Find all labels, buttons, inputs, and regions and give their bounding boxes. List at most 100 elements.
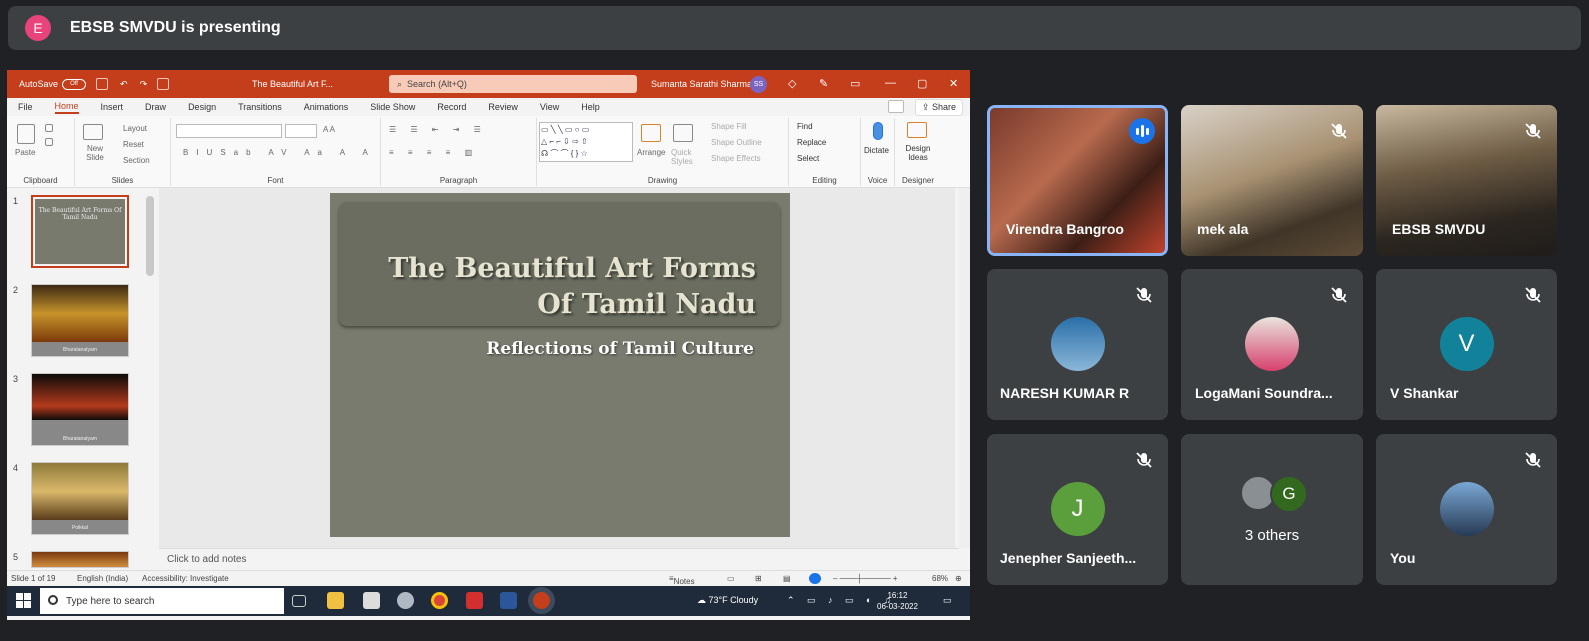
taskbar-search[interactable]: Type here to search: [40, 588, 284, 614]
shapes-gallery[interactable]: ▭ ╲ ╲ ▭ ○ ▭ △ ⌐ ⌐ ⇩ ⇨ ⇧ ☊ ⌒ ⌒ { } ☆: [539, 122, 633, 162]
quick-styles-icon[interactable]: [673, 124, 693, 142]
slide-sorter-icon[interactable]: ⊞: [755, 574, 762, 583]
shape-outline-button[interactable]: Shape Outline: [711, 138, 762, 147]
participant-tile[interactable]: NARESH KUMAR R: [987, 269, 1168, 420]
minimize-icon[interactable]: —: [885, 77, 896, 89]
tab-help[interactable]: Help: [581, 102, 600, 112]
maximize-icon[interactable]: ▢: [917, 77, 927, 90]
paste-label[interactable]: Paste: [15, 148, 35, 157]
participant-tile[interactable]: G 3 others: [1181, 434, 1363, 585]
tab-view[interactable]: View: [540, 102, 559, 112]
slide-subtitle[interactable]: Reflections of Tamil Culture: [486, 339, 754, 359]
tab-record[interactable]: Record: [437, 102, 466, 112]
align-icons[interactable]: ≡ ≡ ≡ ≡ ▥: [389, 148, 478, 157]
ribbon-display-icon[interactable]: ▭: [850, 77, 860, 90]
task-view-icon[interactable]: [292, 595, 306, 607]
design-ideas-label[interactable]: Design Ideas: [903, 144, 933, 162]
canvas-scrollbar[interactable]: [959, 188, 970, 548]
reading-view-icon[interactable]: ▤: [783, 574, 791, 583]
zoom-slider[interactable]: – ───┼───── +: [833, 574, 898, 583]
diamond-icon[interactable]: ◇: [788, 77, 796, 90]
app-icon[interactable]: [397, 592, 414, 609]
close-icon[interactable]: ✕: [949, 77, 958, 90]
list-icons[interactable]: ☰ ☰ ⇤ ⇥ ☰: [389, 125, 487, 134]
user-avatar[interactable]: SS: [750, 76, 767, 93]
participant-tile[interactable]: J Jenepher Sanjeeth...: [987, 434, 1168, 585]
tab-draw[interactable]: Draw: [145, 102, 166, 112]
comment-icon[interactable]: [888, 100, 904, 113]
redo-icon[interactable]: ↷: [140, 79, 148, 90]
paste-icon[interactable]: [17, 124, 35, 144]
shape-fill-button[interactable]: Shape Fill: [711, 122, 747, 131]
language[interactable]: English (India): [77, 574, 128, 583]
windows-start-icon[interactable]: [16, 593, 31, 608]
accessibility-status[interactable]: Accessibility: Investigate: [142, 574, 229, 583]
word-icon[interactable]: [500, 592, 517, 609]
design-ideas-icon[interactable]: [907, 122, 927, 138]
thumbnail-scrollbar[interactable]: [146, 196, 154, 276]
font-family-select[interactable]: [176, 124, 282, 138]
font-format-icons[interactable]: BIUSab AV Aa A A: [183, 148, 376, 157]
file-explorer-icon[interactable]: [327, 592, 344, 609]
select-button[interactable]: Select: [797, 154, 819, 163]
shape-effects-button[interactable]: Shape Effects: [711, 154, 761, 163]
tab-home[interactable]: Home: [54, 101, 79, 114]
undo-icon[interactable]: ↶: [120, 79, 128, 90]
slide-thumbnail-2[interactable]: Bharatanatyam: [31, 284, 129, 357]
share-button[interactable]: ⇪ Share: [914, 99, 963, 116]
others-count[interactable]: 3 others: [1181, 527, 1363, 544]
powerpoint-icon[interactable]: [533, 592, 550, 609]
notes-button[interactable]: ≡ Notes: [669, 574, 695, 586]
tab-review[interactable]: Review: [488, 102, 518, 112]
fit-slide-icon[interactable]: ⊕: [955, 574, 962, 583]
slideshow-icon[interactable]: [809, 573, 821, 584]
copy-icon[interactable]: [45, 138, 53, 146]
layout-button[interactable]: Layout: [123, 124, 147, 133]
find-button[interactable]: Find: [797, 122, 813, 131]
replace-button[interactable]: Replace: [797, 138, 826, 147]
font-size-select[interactable]: [285, 124, 317, 138]
reset-button[interactable]: Reset: [123, 140, 144, 149]
participant-tile[interactable]: V V Shankar: [1376, 269, 1557, 420]
section-button[interactable]: Section: [123, 156, 150, 165]
taskbar-clock[interactable]: 16:12 06-03-2022: [877, 590, 918, 612]
dictate-label[interactable]: Dictate: [864, 146, 889, 155]
tab-design[interactable]: Design: [188, 102, 216, 112]
notepad-icon[interactable]: [363, 592, 380, 609]
cut-icon[interactable]: [45, 124, 53, 132]
slide-thumbnail-1[interactable]: The Beautiful Art Forms Of Tamil Nadu: [31, 195, 129, 268]
grow-font-icon[interactable]: A A: [323, 125, 335, 134]
search-box[interactable]: ⌕ Search (Alt+Q): [389, 75, 637, 93]
tab-insert[interactable]: Insert: [101, 102, 124, 112]
notifications-icon[interactable]: ▭: [943, 595, 952, 606]
new-slide-icon[interactable]: [83, 124, 103, 140]
slide-thumbnail-3[interactable]: Bharatanatyam: [31, 373, 129, 446]
tab-transitions[interactable]: Transitions: [238, 102, 282, 112]
slide-thumbnail-4[interactable]: Poikkal: [31, 462, 129, 535]
arrange-icon[interactable]: [641, 124, 661, 142]
participant-tile-self[interactable]: You: [1376, 434, 1557, 585]
new-slide-label[interactable]: New Slide: [83, 144, 107, 162]
weather-widget[interactable]: ☁ 73°F Cloudy: [697, 595, 758, 606]
present-icon[interactable]: [157, 78, 170, 90]
save-icon[interactable]: [96, 78, 109, 90]
quick-styles-label[interactable]: Quick Styles: [671, 148, 697, 166]
participant-tile[interactable]: LogaMani Soundra...: [1181, 269, 1363, 420]
autosave-switch[interactable]: Off: [62, 78, 87, 90]
dictate-icon[interactable]: [873, 122, 883, 140]
tab-file[interactable]: File: [18, 102, 33, 112]
tab-slide-show[interactable]: Slide Show: [370, 102, 415, 112]
autosave-toggle[interactable]: AutoSave Off: [19, 78, 87, 90]
participant-tile[interactable]: mek ala: [1181, 105, 1363, 256]
participant-tile[interactable]: EBSB SMVDU: [1376, 105, 1557, 256]
zoom-level[interactable]: 68%: [932, 574, 948, 583]
chrome-icon[interactable]: [431, 592, 448, 609]
tab-animations[interactable]: Animations: [304, 102, 349, 112]
acrobat-icon[interactable]: [466, 592, 483, 609]
slide-thumbnail-5[interactable]: [31, 551, 129, 568]
participant-tile[interactable]: Virendra Bangroo: [987, 105, 1168, 256]
notes-pane[interactable]: Click to add notes: [159, 548, 959, 570]
current-slide[interactable]: The Beautiful Art Forms Of Tamil Nadu Re…: [330, 193, 790, 537]
slide-title[interactable]: The Beautiful Art Forms Of Tamil Nadu: [388, 251, 756, 323]
document-title[interactable]: The Beautiful Art F...: [252, 79, 333, 89]
